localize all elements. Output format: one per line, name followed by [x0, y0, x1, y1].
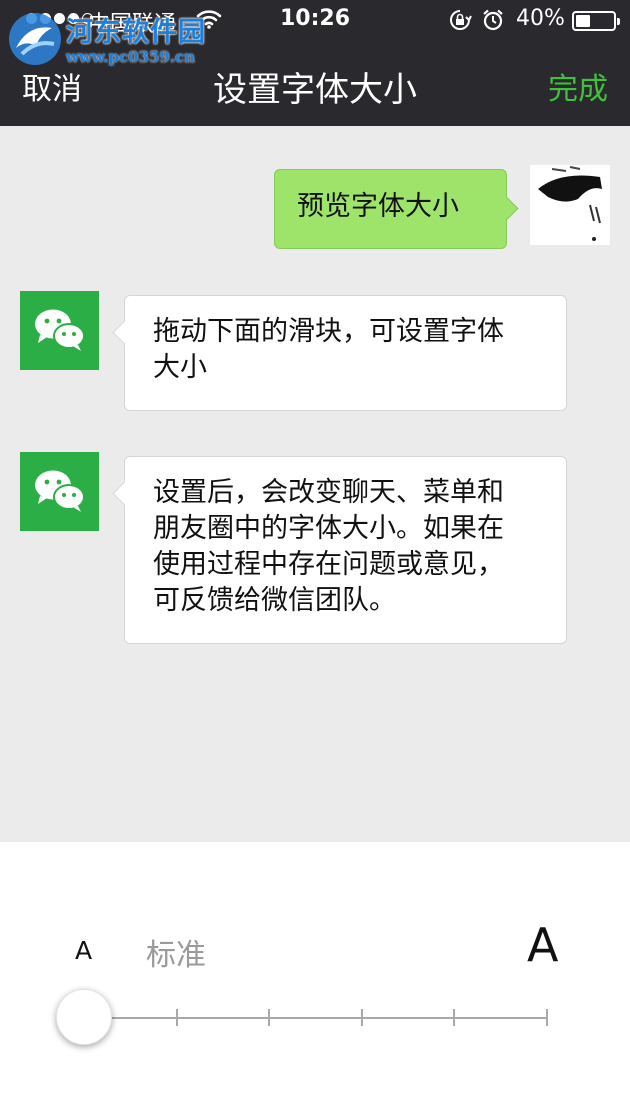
wechat-avatar — [20, 291, 99, 370]
font-size-panel: A 标准 A — [0, 842, 630, 1118]
message-bubble: 拖动下面的滑块，可设置字体 大小 — [124, 295, 567, 411]
wechat-logo-icon — [35, 309, 85, 351]
message-line: 拖动下面的滑块，可设置字体 — [153, 316, 504, 347]
message-line: 大小 — [153, 352, 207, 383]
message-line: 朋友圈中的字体大小。如果在 — [153, 513, 504, 544]
avatar — [530, 165, 610, 245]
alarm-icon — [483, 9, 503, 31]
wechat-avatar — [20, 452, 99, 531]
slider-tick — [268, 1009, 271, 1026]
page-title: 设置字体大小 — [213, 70, 417, 110]
current-size-label: 标准 — [146, 938, 206, 973]
message-text: 预览字体大小 — [297, 191, 459, 222]
message-bubble: 设置后，会改变聊天、菜单和 朋友圈中的字体大小。如果在 使用过程中存在问题或意见… — [124, 456, 567, 644]
message-line: 可反馈给微信团队。 — [153, 585, 396, 616]
chat-preview: 预览字体大小 拖动下面的滑块，可设置字体 大小 设置后，会改变聊天、菜单和 朋友… — [0, 126, 630, 842]
message-line: 设置后，会改变聊天、菜单和 — [153, 477, 504, 508]
slider-tick — [546, 1009, 548, 1026]
done-button[interactable]: 完成 — [548, 64, 608, 108]
battery-level-fill — [576, 15, 590, 27]
font-size-slider-track[interactable] — [84, 1017, 547, 1019]
large-font-label: A — [527, 918, 559, 972]
user-avatar-image — [530, 165, 610, 245]
cancel-button[interactable]: 取消 — [22, 64, 82, 108]
navigation-bar: 取消 设置字体大小 完成 — [0, 50, 630, 116]
font-size-slider-knob[interactable] — [56, 989, 112, 1045]
preview-bubble: 预览字体大小 — [274, 169, 507, 249]
status-bar: 中国联通 10:26 40% — [0, 0, 630, 42]
battery-icon — [572, 11, 620, 31]
small-font-label: A — [75, 936, 93, 965]
wechat-logo-icon — [35, 470, 85, 512]
message-line: 使用过程中存在问题或意见， — [153, 549, 504, 580]
battery-percent: 40% — [516, 6, 565, 31]
slider-tick — [360, 1009, 363, 1026]
header: 中国联通 10:26 40% 河东软件园 www.pc0359.cn 取消 设置… — [0, 0, 630, 126]
orientation-lock-icon — [450, 10, 472, 30]
slider-tick — [175, 1009, 178, 1026]
slider-tick — [453, 1009, 456, 1026]
